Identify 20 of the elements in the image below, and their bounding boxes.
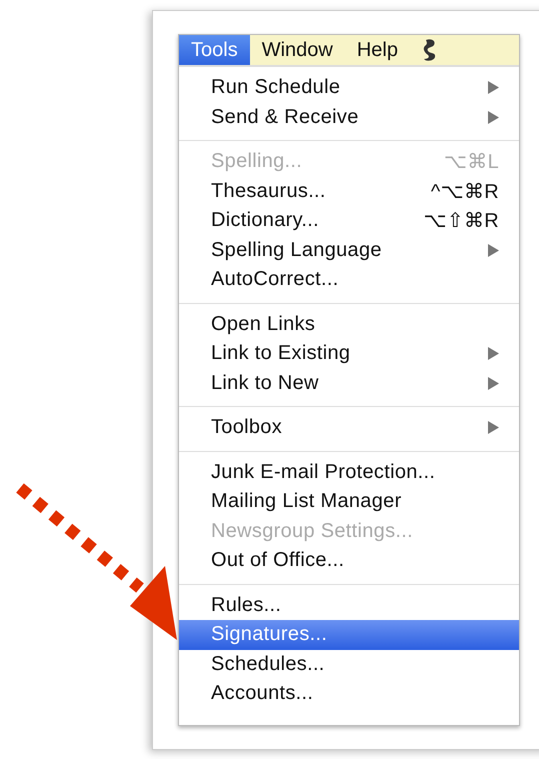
menu-item[interactable]: Rules... [179, 590, 519, 620]
menu-item[interactable]: Out of Office... [179, 546, 519, 576]
menu-item[interactable]: Open Links [179, 310, 519, 339]
menu-item[interactable]: Schedules... [179, 650, 519, 679]
menu-item[interactable]: Link to New [179, 368, 519, 398]
menu-item[interactable]: Mailing List Manager [179, 487, 519, 516]
menu-item[interactable]: Signatures... [179, 620, 519, 650]
menu-item[interactable]: Junk E-mail Protection... [179, 458, 519, 487]
menu-item[interactable]: Spelling Language [179, 236, 519, 265]
menu-item[interactable]: Dictionary... ⌥⇧⌘R [179, 206, 519, 236]
menu-bar-item[interactable]: Help [344, 35, 410, 65]
menu-item[interactable]: Run Schedule [179, 73, 519, 102]
menu-item[interactable]: Accounts... [179, 679, 519, 708]
menu-bar-item[interactable]: Window [250, 35, 345, 65]
menu-item[interactable]: Send & Receive [179, 102, 519, 132]
menu-bar-item[interactable]: Tools [179, 35, 250, 65]
menu-item[interactable]: Link to Existing [179, 339, 519, 368]
menu-item[interactable]: AutoCorrect... [179, 265, 519, 294]
menu-item[interactable]: Thesaurus... ^⌥⌘R [179, 176, 519, 206]
menu-item[interactable]: Toolbox [179, 413, 519, 442]
